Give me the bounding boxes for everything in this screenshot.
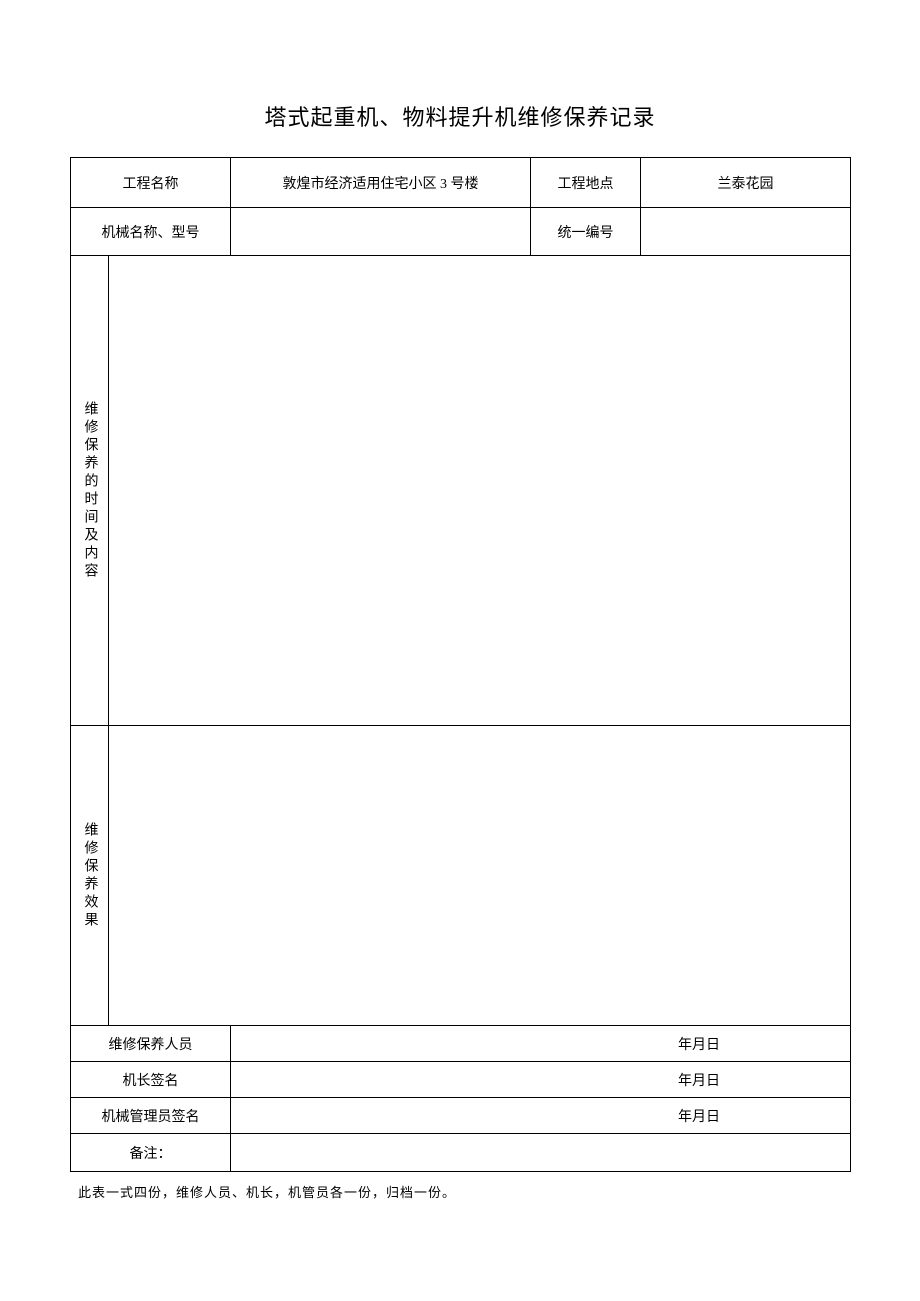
unified-number-value [641, 208, 851, 256]
document-title: 塔式起重机、物料提升机维修保养记录 [70, 100, 850, 132]
maintenance-effect-label: 维修保养效果 [71, 726, 109, 1026]
footer-note: 此表一式四份，维修人员、机长，机管员各一份，归档一份。 [70, 1182, 850, 1201]
maintenance-time-content-label: 维修保养的时间及内容 [71, 256, 109, 726]
machine-model-value [231, 208, 531, 256]
manager-signature-date: 年月日 [231, 1098, 851, 1134]
maintenance-staff-label: 维修保养人员 [71, 1026, 231, 1062]
table-row: 机长签名 年月日 [71, 1062, 851, 1098]
machine-model-label: 机械名称、型号 [71, 208, 231, 256]
manager-signature-label: 机械管理员签名 [71, 1098, 231, 1134]
captain-signature-date: 年月日 [231, 1062, 851, 1098]
unified-number-label: 统一编号 [531, 208, 641, 256]
maintenance-staff-date: 年月日 [231, 1026, 851, 1062]
project-name-label: 工程名称 [71, 158, 231, 208]
table-row: 维修保养的时间及内容 [71, 256, 851, 726]
table-row: 备注： [71, 1134, 851, 1172]
project-name-value: 敦煌市经济适用住宅小区 3 号楼 [231, 158, 531, 208]
remark-value [231, 1134, 851, 1172]
project-location-label: 工程地点 [531, 158, 641, 208]
table-row: 维修保养人员 年月日 [71, 1026, 851, 1062]
maintenance-record-table: 工程名称 敦煌市经济适用住宅小区 3 号楼 工程地点 兰泰花园 机械名称、型号 … [70, 157, 851, 1172]
project-location-value: 兰泰花园 [641, 158, 851, 208]
captain-signature-label: 机长签名 [71, 1062, 231, 1098]
table-row: 机械管理员签名 年月日 [71, 1098, 851, 1134]
table-row: 机械名称、型号 统一编号 [71, 208, 851, 256]
table-row: 工程名称 敦煌市经济适用住宅小区 3 号楼 工程地点 兰泰花园 [71, 158, 851, 208]
maintenance-time-content-value [109, 256, 851, 726]
remark-label: 备注： [71, 1134, 231, 1172]
maintenance-effect-value [109, 726, 851, 1026]
table-row: 维修保养效果 [71, 726, 851, 1026]
